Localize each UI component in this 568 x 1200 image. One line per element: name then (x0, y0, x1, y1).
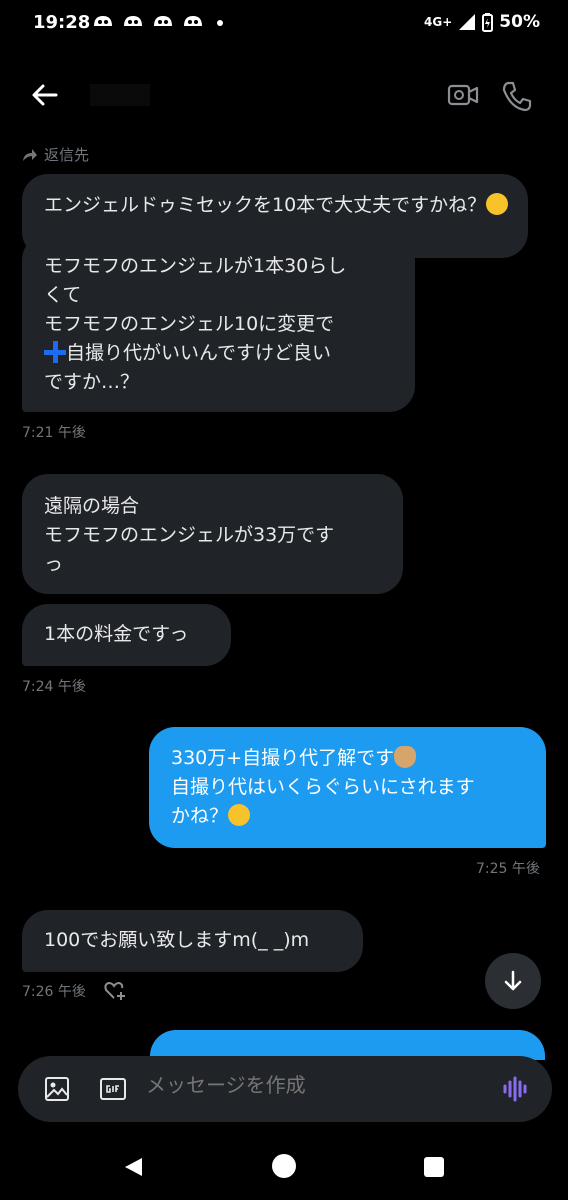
message-bubble[interactable]: 遠隔の場合 モフモフのエンジェルが33万です っ (22, 474, 403, 594)
message-bubble[interactable]: 100でお願い致しますm(_ _)m (22, 910, 363, 972)
signal-icon (459, 14, 476, 30)
message-composer (18, 1056, 552, 1122)
message-bubble[interactable]: 1本の料金ですっ (22, 604, 231, 666)
message-text: 1本の料金ですっ (44, 623, 189, 645)
app-notification-icon (94, 16, 112, 26)
status-time: 19:28 (33, 12, 91, 33)
message-line: っ (44, 553, 64, 575)
message-timestamp: 7:21 午後 (22, 425, 86, 441)
back-arrow-icon[interactable] (28, 78, 62, 112)
message-line: かね？ (171, 805, 229, 827)
contact-name-redacted[interactable] (90, 84, 150, 106)
battery-percent: 50% (499, 12, 540, 32)
app-notification-icon (124, 16, 142, 26)
add-reaction-heart-icon[interactable] (104, 980, 126, 1000)
message-line: ですか…？ (44, 371, 140, 393)
message-timestamp: 7:24 午後 (22, 679, 86, 695)
reply-arrow-icon (23, 148, 37, 161)
nav-recents-icon[interactable] (424, 1157, 444, 1177)
ok-hand-icon (394, 746, 417, 768)
status-bar: 19:28 4G+ 50% (0, 0, 568, 48)
notification-dot-icon (217, 20, 223, 26)
conversation-header (0, 66, 568, 126)
message-line: モフモフのエンジェルが1本30らし (44, 255, 347, 277)
sent-message-bubble[interactable]: 330万+自撮り代了解です 自撮り代はいくらぐらいにされます かね？ (149, 727, 546, 848)
nav-home-icon[interactable] (272, 1154, 296, 1178)
message-timestamp: 7:26 午後 (22, 984, 86, 1000)
thinking-face-icon (228, 804, 251, 826)
message-line: 遠隔の場合 (44, 495, 140, 517)
video-call-icon[interactable] (446, 80, 480, 110)
message-timestamp: 7:25 午後 (476, 861, 540, 877)
gif-icon[interactable] (100, 1076, 126, 1102)
message-text: エンジェルドゥミセックを10本で大丈夫ですかね？ (44, 194, 487, 216)
reply-to-label: 返信先 (22, 144, 89, 165)
battery-icon (482, 12, 494, 32)
voice-message-icon[interactable] (500, 1074, 530, 1104)
arrow-down-icon (504, 970, 522, 991)
message-line: 自撮り代がいいんですけど良い (66, 342, 332, 364)
message-line: 自撮り代はいくらぐらいにされます (171, 776, 475, 798)
app-notification-icon (184, 16, 202, 26)
message-line: くて (44, 284, 82, 306)
message-line: 330万+自撮り代了解です (171, 747, 395, 769)
phone-icon[interactable] (500, 79, 534, 113)
message-input[interactable] (146, 1075, 476, 1098)
image-icon[interactable] (44, 1076, 70, 1102)
thinking-face-icon (486, 193, 509, 215)
plus-icon (44, 341, 66, 363)
network-label: 4G+ (424, 15, 453, 29)
notification-icons (92, 12, 204, 30)
scroll-to-bottom-button[interactable] (485, 953, 541, 1009)
message-line: モフモフのエンジェルが33万です (44, 524, 335, 546)
app-notification-icon (154, 16, 172, 26)
message-bubble[interactable]: モフモフのエンジェルが1本30らし くて モフモフのエンジェル10に変更で 自撮… (22, 234, 415, 412)
message-text: 100でお願い致しますm(_ _)m (44, 929, 310, 951)
status-indicators: 4G+ 50% (424, 12, 540, 32)
reply-label-text: 返信先 (44, 146, 90, 164)
message-line: モフモフのエンジェル10に変更で (44, 313, 335, 335)
nav-back-icon[interactable] (122, 1156, 144, 1178)
system-nav-bar (0, 1130, 568, 1200)
